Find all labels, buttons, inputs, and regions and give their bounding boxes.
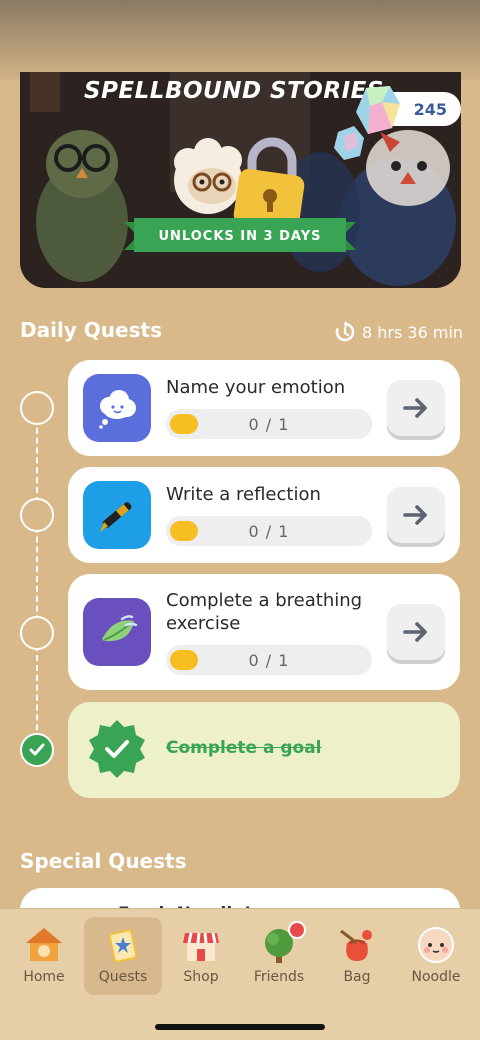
- timeline-node-complete: [20, 733, 54, 767]
- daily-quests-title: Daily Quests: [20, 318, 162, 342]
- special-quests-title: Special Quests: [20, 849, 187, 873]
- nav-quests[interactable]: Quests: [84, 917, 162, 995]
- leaf-icon: [83, 598, 151, 666]
- go-to-quest-button[interactable]: [387, 487, 445, 543]
- thought-bubble-icon: [83, 374, 151, 442]
- progress-text: 0 / 1: [248, 650, 290, 670]
- nav-label: Bag: [343, 969, 371, 985]
- quest-title: Write a reflection: [166, 484, 321, 505]
- nav-noodle[interactable]: Noodle: [397, 917, 475, 995]
- timeline-node-2: [20, 498, 54, 532]
- timer-text: 8 hrs 36 min: [362, 322, 464, 342]
- quest-card-name-emotion[interactable]: Name your emotion 0 / 1: [68, 360, 460, 456]
- quest-title-line-1: Complete a breathing: [166, 590, 363, 611]
- bag-icon: [340, 929, 372, 961]
- house-icon: [26, 928, 62, 961]
- nav-home[interactable]: Home: [5, 917, 83, 995]
- gem-icon: [356, 86, 400, 134]
- arrow-right-icon: [403, 398, 427, 418]
- quest-book-icon: [108, 929, 138, 963]
- arrow-right-icon: [403, 505, 427, 525]
- noodle-face-icon: [418, 927, 454, 963]
- arrow-right-icon: [403, 622, 427, 642]
- nav-label: Shop: [183, 969, 219, 985]
- top-fade: [0, 0, 480, 80]
- nav-shop[interactable]: Shop: [162, 917, 240, 995]
- completed-goal-card[interactable]: Complete a goal: [68, 702, 460, 798]
- nav-friends[interactable]: Friends: [240, 917, 318, 995]
- home-indicator[interactable]: [155, 1024, 325, 1030]
- quest-progress-bar: 0 / 1: [166, 645, 372, 675]
- gem-count: 245: [413, 99, 447, 119]
- completed-badge-icon: [89, 720, 145, 778]
- notification-badge: [288, 921, 306, 939]
- quest-title-line-2: exercise: [166, 613, 241, 634]
- nav-label: Home: [23, 969, 65, 985]
- check-icon: [29, 743, 45, 756]
- quest-title: Name your emotion: [166, 377, 346, 398]
- timeline-node-3: [20, 616, 54, 650]
- quest-progress-bar: 0 / 1: [166, 516, 372, 546]
- nav-label: Friends: [253, 969, 305, 985]
- progress-text: 0 / 1: [248, 521, 290, 541]
- timeline-node-1: [20, 391, 54, 425]
- bottom-nav: Home Quests Shop Friends Bag Noodle: [0, 908, 480, 1040]
- completed-goal-title: Complete a goal: [166, 738, 322, 758]
- go-to-quest-button[interactable]: [387, 604, 445, 660]
- quest-card-breathing-exercise[interactable]: Complete a breathing exercise 0 / 1: [68, 574, 460, 690]
- nav-label: Noodle: [411, 969, 461, 985]
- nav-bag[interactable]: Bag: [318, 917, 396, 995]
- quest-card-write-reflection[interactable]: Write a reflection 0 / 1: [68, 467, 460, 563]
- unlock-ribbon: UNLOCKS IN 3 DAYS: [124, 218, 356, 254]
- quest-timer: 8 hrs 36 min: [334, 320, 464, 344]
- quest-progress-bar: 0 / 1: [166, 409, 372, 439]
- unlock-label: UNLOCKS IN 3 DAYS: [158, 228, 322, 244]
- progress-text: 0 / 1: [248, 414, 290, 434]
- nav-label: Quests: [98, 969, 148, 985]
- shop-icon: [183, 932, 219, 961]
- timeline-line: [36, 408, 38, 750]
- refresh-timer-icon: [335, 321, 355, 342]
- go-to-quest-button[interactable]: [387, 380, 445, 436]
- pen-icon: [83, 481, 151, 549]
